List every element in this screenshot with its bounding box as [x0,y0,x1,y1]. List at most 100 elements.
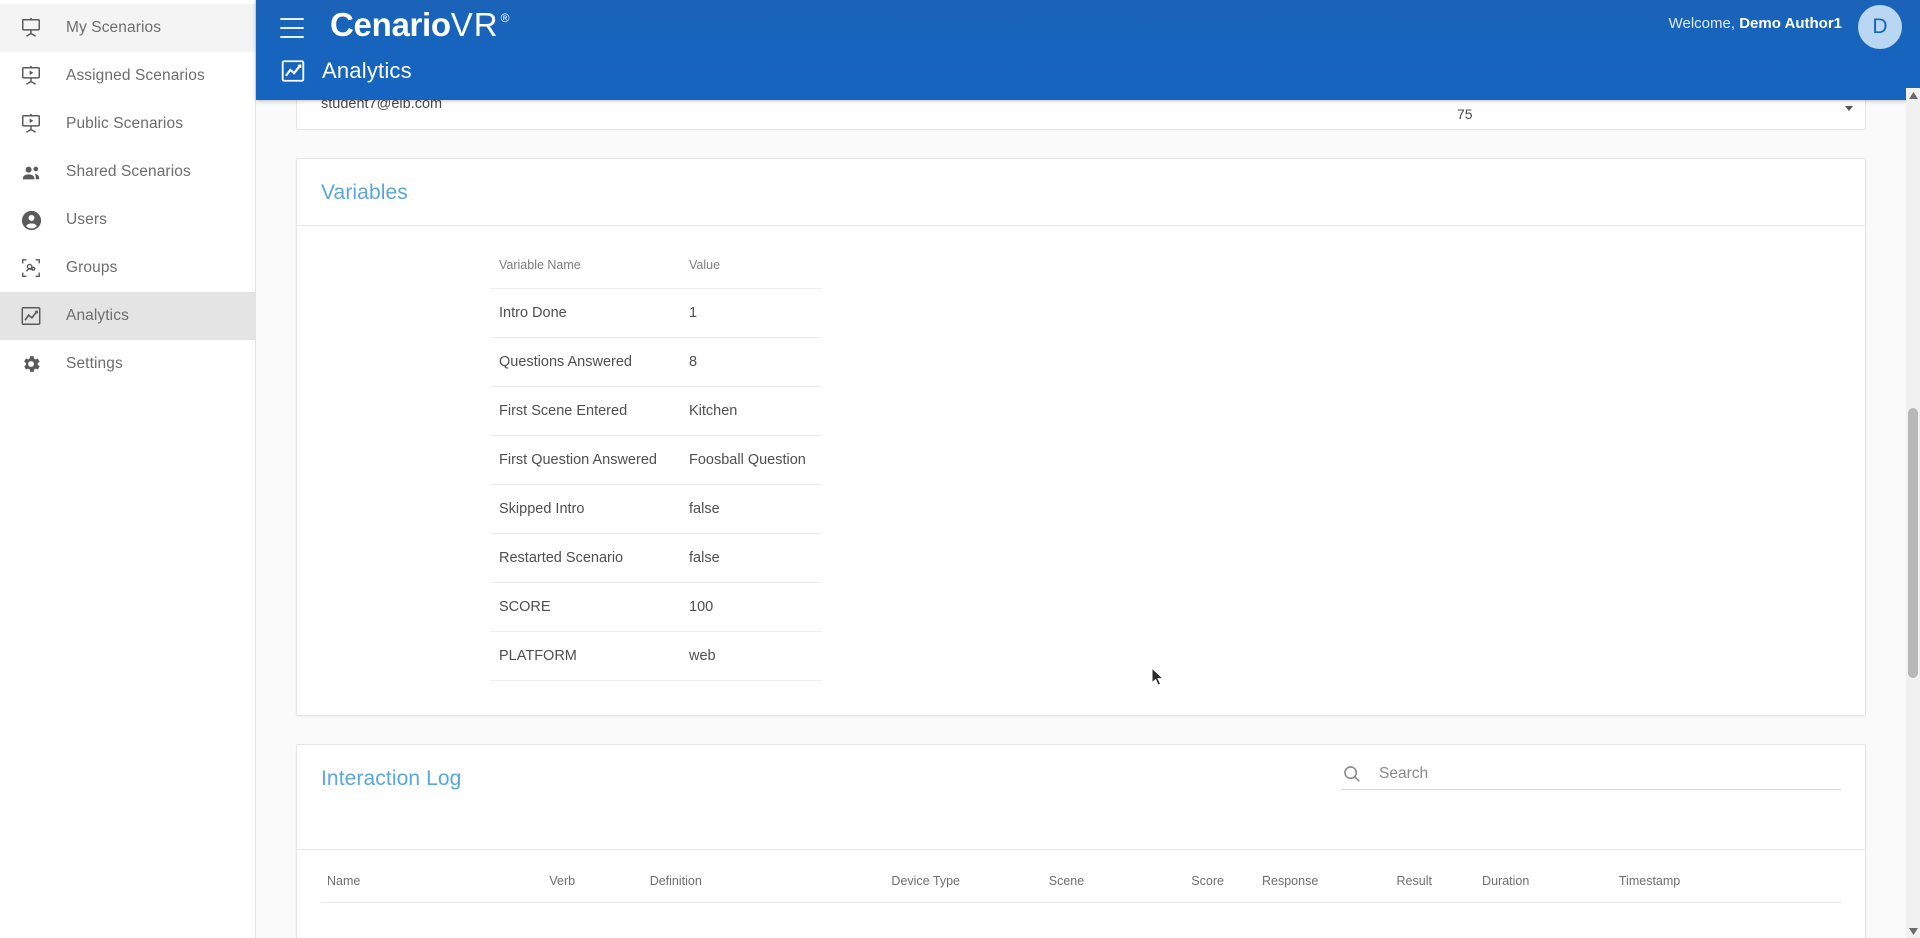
column-header-scene[interactable]: Scene [1042,864,1186,903]
account-circle-icon [18,207,44,233]
scroll-up-arrow-icon[interactable] [1906,88,1920,102]
gear-icon [18,351,44,377]
variable-value: 8 [681,337,821,387]
sidebar-item-label: Analytics [66,307,129,324]
column-header-variable-name: Variable Name [491,252,681,289]
header-row: Cenario VR ® Welcome, Demo Author1 D [256,0,1920,58]
variable-value: 1 [681,288,821,338]
variable-value: false [681,484,821,534]
groups-frame-icon [18,255,44,281]
variable-value: false [681,533,821,583]
cell-timestamp: 2021-10-5 5:15:40 PM [1613,927,1841,938]
variable-name: PLATFORM [491,631,681,681]
table-header-row: Variable Name Value [491,252,821,289]
table-row: Restarted Scenario false [491,533,821,583]
hamburger-menu-icon[interactable] [280,18,304,38]
sidebar-item-label: Shared Scenarios [66,163,191,180]
sidebar-item-label: Settings [66,355,123,372]
variable-name: First Scene Entered [491,386,681,436]
sidebar-item-label: Assigned Scenarios [66,67,205,84]
sidebar-item-label: My Scenarios [66,19,162,36]
avatar[interactable]: D [1858,5,1902,49]
column-header-result[interactable]: Result [1390,864,1477,903]
variables-title: Variables [321,181,408,204]
sidebar-item-users[interactable]: Users [0,196,255,244]
sidebar-item-groups[interactable]: Groups [0,244,255,292]
variable-name: SCORE [491,582,681,632]
cell-score [1185,927,1256,938]
presentation-icon [18,15,44,41]
column-header-device-type[interactable]: Device Type [885,864,1043,903]
table-header-row: Name Verb Definition Device Type Scene S… [321,864,1841,903]
page-scrollbar[interactable] [1906,88,1920,938]
brand-suffix: VR [450,6,499,43]
table-row: Questions Answered 8 [491,337,821,387]
table-row[interactable]: student7@elb.com attempted Office Safety… [321,927,1841,938]
variable-name: Restarted Scenario [491,533,681,583]
cell-definition: Office Safety [644,927,886,938]
presentation-play-icon [18,111,44,137]
column-header-duration[interactable]: Duration [1476,864,1613,903]
main-content: student7@elb.com 75 0:04:10 Variables [256,100,1906,938]
top-header: Cenario VR ® Welcome, Demo Author1 D Analy… [256,0,1920,100]
interaction-log-card-header: Interaction Log [297,745,1865,850]
column-header-name[interactable]: Name [321,864,544,903]
table-row[interactable]: student7@elb.com 75 0:04:10 [297,100,1865,129]
variables-table: Variable Name Value Intro Done 1 Questio… [491,252,821,681]
table-row-spacer [321,903,1841,928]
cell-response [1256,927,1391,938]
chevron-down-icon[interactable] [1841,100,1857,116]
variable-value: 100 [681,582,821,632]
sidebar-item-my-scenarios[interactable]: My Scenarios [0,4,255,52]
people-icon [18,159,44,185]
column-header-verb[interactable]: Verb [543,864,644,903]
sidebar-item-public-scenarios[interactable]: Public Scenarios [0,100,255,148]
scroll-down-arrow-icon[interactable] [1906,924,1920,938]
presentation-play-icon [18,63,44,89]
search-icon [1341,763,1363,785]
scrollbar-thumb[interactable] [1908,408,1918,678]
sidebar-item-analytics[interactable]: Analytics [0,292,255,340]
welcome-prefix: Welcome, [1668,15,1736,32]
cell-result [1391,927,1477,938]
sidebar: My Scenarios Assigned Scenarios Public S… [0,0,256,938]
row-number: 75 [1457,106,1473,122]
page-title-row: Analytics [280,58,412,84]
variable-name: Questions Answered [491,337,681,387]
cell-device-type: desktop [885,927,1042,938]
column-header-value: Value [681,252,821,289]
app-root: My Scenarios Assigned Scenarios Public S… [0,0,1920,938]
brand-logo[interactable]: Cenario VR ® [330,6,509,44]
chart-line-icon [280,58,306,84]
sidebar-item-shared-scenarios[interactable]: Shared Scenarios [0,148,255,196]
sidebar-item-assigned-scenarios[interactable]: Assigned Scenarios [0,52,255,100]
variable-name: First Question Answered [491,435,681,485]
sidebar-item-label: Users [66,211,107,228]
variables-card-header: Variables [297,159,1865,226]
table-row: SCORE 100 [491,582,821,632]
search-box[interactable] [1341,763,1841,790]
column-header-score[interactable]: Score [1185,864,1256,903]
variables-card: Variables Variable Name Value Intro Done… [296,158,1866,716]
table-row: First Question Answered Foosball Questio… [491,435,821,485]
column-header-response[interactable]: Response [1255,864,1391,903]
column-header-timestamp[interactable]: Timestamp [1612,864,1841,903]
cell-scene [1043,927,1186,938]
user-name: Demo Author1 [1739,15,1842,32]
variable-name: Intro Done [491,288,681,338]
registered-mark-icon: ® [500,11,510,25]
table-row: PLATFORM web [491,631,821,681]
search-input[interactable] [1379,765,1841,785]
cell-name[interactable]: student7@elb.com [321,927,543,938]
sidebar-item-settings[interactable]: Settings [0,340,255,388]
page-title: Analytics [322,58,412,83]
sidebar-item-label: Public Scenarios [66,115,184,132]
cell-duration [1476,927,1613,938]
column-header-definition[interactable]: Definition [643,864,886,903]
interaction-log-card: Interaction Log Search Name Verb Definit… [296,744,1866,938]
sidebar-item-label: Groups [66,259,118,276]
table-row: Skipped Intro false [491,484,821,534]
variables-card-body: Variable Name Value Intro Done 1 Questio… [297,226,1865,715]
table-row: Intro Done 1 [491,288,821,338]
interaction-log-body: Name Verb Definition Device Type Scene S… [297,850,1865,938]
